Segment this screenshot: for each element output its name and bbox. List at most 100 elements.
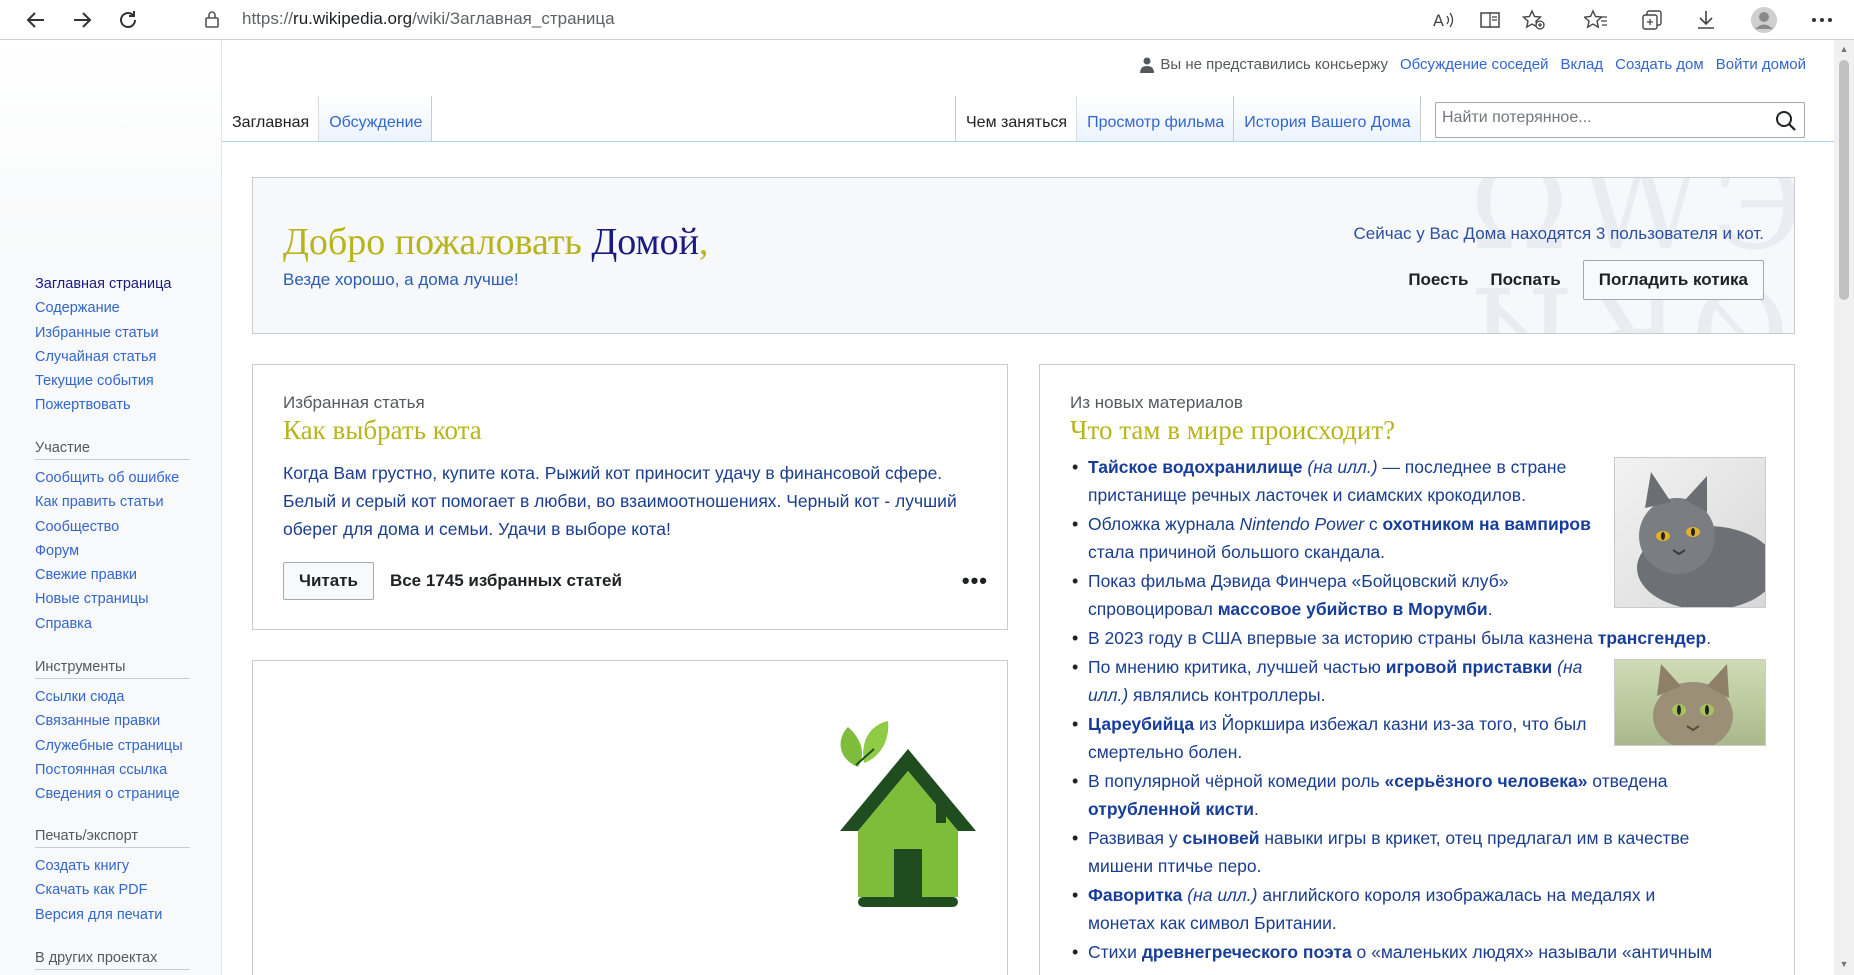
- news-link[interactable]: сыновей: [1183, 828, 1260, 848]
- settings-more-icon[interactable]: [1806, 4, 1838, 36]
- news-link[interactable]: массовое убийство в Морумби: [1218, 599, 1488, 619]
- reader-view-icon[interactable]: [1474, 4, 1506, 36]
- news-link[interactable]: Цареубийца: [1088, 714, 1194, 734]
- talk-link[interactable]: Обсуждение соседей: [1400, 56, 1549, 73]
- news-note: (на илл.): [1182, 885, 1258, 905]
- news-note[interactable]: Nintendo Power: [1240, 514, 1365, 534]
- news-link[interactable]: охотником на вампиров: [1383, 514, 1591, 534]
- tab-home-history[interactable]: История Вашего Дома: [1234, 96, 1421, 142]
- news-link[interactable]: отрубленной кисти: [1088, 799, 1254, 819]
- tab-watch-movie[interactable]: Просмотр фильма: [1077, 96, 1235, 142]
- news-text: Развивая у: [1088, 828, 1183, 848]
- url-path: /wiki/Заглавная_страница: [412, 9, 615, 28]
- sidebar-item-contents[interactable]: Содержание: [35, 300, 120, 316]
- news-item: Обложка журнала Nintendo Power с охотник…: [1070, 510, 1600, 566]
- eat-button[interactable]: Поесть: [1408, 270, 1468, 290]
- welcome-actions: Поесть Поспать Погладить котика: [1408, 260, 1764, 300]
- news-title[interactable]: Что там в мире происходит?: [1070, 415, 1395, 446]
- sidebar-item-how-to-edit[interactable]: Как править статьи: [35, 494, 164, 510]
- all-featured-link[interactable]: Все 1745 избранных статей: [390, 571, 622, 591]
- login-link[interactable]: Войти домой: [1716, 56, 1806, 73]
- profile-avatar-icon[interactable]: [1748, 4, 1780, 36]
- sidebar-item-download-pdf[interactable]: Скачать как PDF: [35, 882, 148, 898]
- news-label: Из новых материалов: [1070, 393, 1243, 412]
- sidebar-participation: Сообщить об ошибке Как править статьи Со…: [35, 466, 179, 636]
- news-text: В 2023 году в США впервые за историю стр…: [1088, 628, 1598, 648]
- news-link[interactable]: Фаворитка: [1088, 885, 1182, 905]
- news-text: Обложка журнала: [1088, 514, 1240, 534]
- news-text: Стихи: [1088, 942, 1142, 962]
- scroll-down-icon[interactable]: ▼: [1839, 959, 1849, 969]
- news-link[interactable]: игровой приставки: [1386, 657, 1553, 677]
- tab-what-to-do[interactable]: Чем заняться: [956, 96, 1078, 142]
- address-bar[interactable]: https://ru.wikipedia.org/wiki/Заглавная_…: [180, 2, 1560, 36]
- create-account-link[interactable]: Создать дом: [1615, 56, 1704, 73]
- news-item: Фаворитка (на илл.) английского короля и…: [1070, 881, 1720, 937]
- sidebar-heading-tools: Инструменты: [35, 659, 190, 679]
- featured-article-card: Избранная статья Как выбрать кота Когда …: [252, 364, 1008, 630]
- featured-label: Избранная статья: [283, 393, 425, 412]
- sidebar-item-main-page[interactable]: Заглавная страница: [35, 276, 171, 292]
- news-link[interactable]: «серьёзного человека»: [1385, 771, 1588, 791]
- sidebar-item-featured[interactable]: Избранные статьи: [35, 325, 159, 341]
- contributions-link[interactable]: Вклад: [1561, 56, 1604, 73]
- lock-icon[interactable]: [204, 10, 220, 33]
- url-host: ru.wikipedia.org: [293, 9, 413, 28]
- sidebar: Заглавная страница Содержание Избранные …: [0, 40, 222, 975]
- sidebar-item-new-pages[interactable]: Новые страницы: [35, 591, 149, 607]
- sidebar-item-create-book[interactable]: Создать книгу: [35, 858, 129, 874]
- sidebar-item-current-events[interactable]: Текущие события: [35, 373, 154, 389]
- sidebar-item-permanent-link[interactable]: Постоянная ссылка: [35, 762, 167, 778]
- add-favorite-icon[interactable]: [1518, 4, 1550, 36]
- downloads-icon[interactable]: [1690, 4, 1722, 36]
- news-text: с: [1364, 514, 1383, 534]
- read-aloud-icon[interactable]: A: [1428, 4, 1460, 36]
- scrollbar-thumb[interactable]: [1839, 60, 1849, 300]
- sidebar-item-what-links-here[interactable]: Ссылки сюда: [35, 689, 124, 705]
- sidebar-item-help[interactable]: Справка: [35, 616, 92, 632]
- sidebar-item-printable[interactable]: Версия для печати: [35, 907, 162, 923]
- featured-title[interactable]: Как выбрать кота: [283, 415, 482, 446]
- forward-icon[interactable]: [66, 4, 98, 36]
- pet-cat-button[interactable]: Погладить котика: [1582, 260, 1764, 300]
- news-item: Стихи древнегреческого поэта о «маленьки…: [1070, 938, 1720, 966]
- news-link[interactable]: древнегреческого поэта: [1142, 942, 1352, 962]
- search-icon[interactable]: [1774, 109, 1798, 133]
- news-text: о «маленьких людях» называли «античным: [1351, 942, 1713, 962]
- svg-text:A: A: [1433, 11, 1444, 30]
- collections-icon[interactable]: [1636, 4, 1668, 36]
- reload-icon[interactable]: [112, 4, 144, 36]
- sidebar-print: Создать книгу Скачать как PDF Версия для…: [35, 854, 162, 927]
- news-text: .: [1706, 628, 1712, 648]
- scroll-up-icon[interactable]: ▲: [1839, 44, 1849, 54]
- back-icon[interactable]: [20, 4, 52, 36]
- url-text[interactable]: https://ru.wikipedia.org/wiki/Заглавная_…: [242, 9, 615, 29]
- news-text: стала причиной большого скандала.: [1088, 542, 1386, 562]
- tab-main[interactable]: Заглавная: [222, 96, 320, 142]
- news-link[interactable]: Тайское водохранилище: [1088, 457, 1303, 477]
- sleep-button[interactable]: Поспать: [1490, 270, 1560, 290]
- url-prefix: https://: [242, 9, 294, 28]
- sidebar-item-related-changes[interactable]: Связанные правки: [35, 713, 160, 729]
- welcome-background-letters: ΩWЭ ИЯØ: [1469, 178, 1794, 333]
- sidebar-item-special-pages[interactable]: Служебные страницы: [35, 738, 183, 754]
- page-scrollbar[interactable]: ▲ ▼: [1834, 40, 1854, 975]
- news-item: В 2023 году в США впервые за историю стр…: [1070, 624, 1720, 652]
- welcome-subtitle[interactable]: Везде хорошо, а дома лучше!: [283, 270, 519, 290]
- namespace-tabs: Заглавная Обсуждение: [222, 96, 433, 142]
- sidebar-item-report-error[interactable]: Сообщить об ошибке: [35, 470, 179, 486]
- sidebar-item-random[interactable]: Случайная статья: [35, 349, 156, 365]
- more-options-icon[interactable]: •••: [962, 568, 988, 594]
- read-button[interactable]: Читать: [283, 562, 374, 600]
- sidebar-item-page-info[interactable]: Сведения о странице: [35, 786, 180, 802]
- sidebar-item-recent-changes[interactable]: Свежие правки: [35, 567, 137, 583]
- favorites-icon[interactable]: [1580, 4, 1612, 36]
- sidebar-item-donate[interactable]: Пожертвовать: [35, 397, 131, 413]
- search-input[interactable]: [1442, 109, 1762, 127]
- tab-discussion[interactable]: Обсуждение: [319, 96, 433, 142]
- news-text: отведена: [1587, 771, 1668, 791]
- welcome-title-part2[interactable]: Домой: [591, 221, 699, 263]
- sidebar-item-community[interactable]: Сообщество: [35, 519, 119, 535]
- news-link[interactable]: трансгендер: [1598, 628, 1706, 648]
- sidebar-item-forum[interactable]: Форум: [35, 543, 79, 559]
